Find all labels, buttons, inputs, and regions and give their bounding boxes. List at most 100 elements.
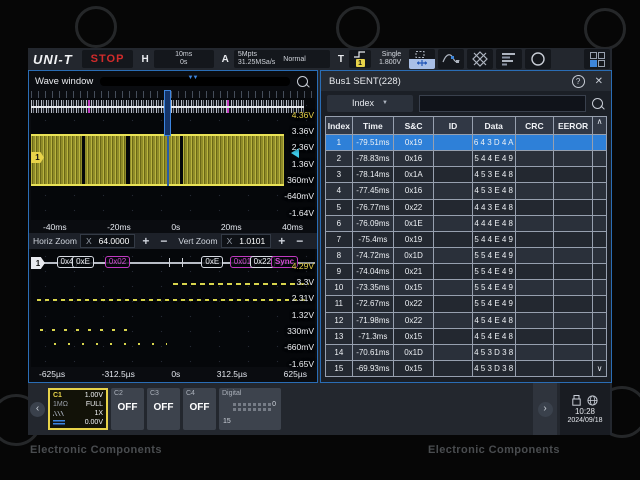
- table-cell: [554, 361, 593, 376]
- table-row[interactable]: 10-73.35ms0x155 5 4 E 4 9: [326, 279, 606, 295]
- acquire-settings[interactable]: 5Mpts 31.25MSa/s Normal: [234, 50, 330, 68]
- scroll-track[interactable]: [593, 216, 606, 231]
- help-icon[interactable]: ?: [572, 75, 585, 88]
- scroll-track[interactable]: [593, 167, 606, 182]
- horiz-zoom-increase-button[interactable]: +: [138, 235, 153, 247]
- table-cell: -78.14ms: [353, 167, 394, 182]
- table-cell: 11: [326, 296, 353, 311]
- scroll-track[interactable]: [593, 183, 606, 198]
- table-cell: 4 5 3 D 3 8: [473, 361, 516, 376]
- table-cell: [434, 361, 473, 376]
- horizontal-label: H: [141, 54, 148, 65]
- table-cell: [554, 248, 593, 263]
- channel4-card[interactable]: C4 OFF: [183, 388, 216, 430]
- overview-position-marker[interactable]: ▼▼: [188, 75, 198, 81]
- scroll-track[interactable]: [593, 329, 606, 344]
- table-cell: [516, 361, 555, 376]
- vert-zoom-increase-button[interactable]: +: [274, 235, 289, 247]
- channel1-bandwidth: FULL: [86, 401, 103, 409]
- scroll-track[interactable]: [593, 280, 606, 295]
- column-header: S&C: [394, 117, 434, 134]
- scroll-track[interactable]: [593, 135, 606, 150]
- decode-tick: [182, 258, 183, 267]
- table-row[interactable]: 4-77.45ms0x164 5 3 E 4 8: [326, 182, 606, 198]
- waveform-overview-bar[interactable]: ▼▼: [100, 77, 290, 86]
- circle-tool-button[interactable]: [525, 49, 551, 69]
- bus1-tag[interactable]: 1: [31, 257, 45, 269]
- channel1-card[interactable]: C1 1.00V 1MΩ FULL 1X 0.00V: [48, 388, 108, 430]
- table-cell: 1: [326, 135, 353, 150]
- scroll-up-button[interactable]: ∧: [593, 117, 606, 134]
- table-cell: 0x1D: [394, 345, 434, 360]
- search-input[interactable]: [419, 95, 586, 112]
- table-cell: [516, 167, 555, 182]
- system-status-box[interactable]: 10:28 2024/09/18: [560, 383, 610, 435]
- time-axis-labels: -625µs-312.5µs0s312.5µs625µs: [29, 367, 317, 380]
- zoom-window-marker[interactable]: [164, 90, 171, 136]
- scroll-track[interactable]: [593, 313, 606, 328]
- table-cell: [516, 183, 555, 198]
- voltage-label: -1.65V: [289, 359, 314, 369]
- table-cell: [516, 248, 555, 263]
- table-cell: [434, 151, 473, 166]
- channel3-card[interactable]: C3 OFF: [147, 388, 180, 430]
- table-row[interactable]: 12-71.98ms0x224 5 4 E 4 8: [326, 312, 606, 328]
- scroll-track[interactable]: [593, 264, 606, 279]
- vert-zoom-decrease-button[interactable]: −: [292, 235, 307, 247]
- waveform-tool-button[interactable]: [438, 49, 464, 69]
- voltage-label: 3.3V: [297, 277, 315, 287]
- layout-grid-icon: [590, 52, 605, 67]
- channel2-card[interactable]: C2 OFF: [111, 388, 144, 430]
- scroll-track[interactable]: [593, 248, 606, 263]
- multiplier-label: X: [86, 236, 92, 246]
- table-row[interactable]: 11-72.67ms0x225 5 4 E 4 9: [326, 295, 606, 311]
- table-cell: [554, 216, 593, 231]
- table-row[interactable]: 6-76.09ms0x1E4 4 4 E 4 8: [326, 215, 606, 231]
- scroll-down-button[interactable]: ∨: [593, 361, 606, 376]
- scroll-track[interactable]: [593, 345, 606, 360]
- trace-segment: [173, 283, 309, 285]
- trigger-settings[interactable]: 1: [349, 50, 371, 68]
- search-icon[interactable]: [592, 98, 603, 109]
- scroll-track[interactable]: [593, 296, 606, 311]
- clock-date: 2024/09/18: [567, 417, 602, 424]
- table-cell: [554, 264, 593, 279]
- horiz-zoom-value-box[interactable]: X 64.0000: [80, 234, 135, 248]
- xy-mode-button[interactable]: [467, 49, 493, 69]
- table-row[interactable]: 15-69.93ms0x154 5 3 D 3 8: [326, 360, 606, 376]
- table-row[interactable]: 3-78.14ms0x1A4 5 3 E 4 8: [326, 166, 606, 182]
- table-row[interactable]: 1-79.51ms0x196 4 3 D 4 A: [326, 134, 606, 150]
- horiz-zoom-decrease-button[interactable]: −: [156, 235, 171, 247]
- table-cell: 0x1A: [394, 167, 434, 182]
- table-cell: -79.51ms: [353, 135, 394, 150]
- voltage-label: 4.36V: [292, 110, 314, 120]
- expand-right-button[interactable]: ›: [538, 402, 553, 417]
- bus-panel-header: Bus1 SENT(228) ? ✕: [321, 71, 611, 91]
- table-row[interactable]: 9-74.04ms0x215 5 4 E 4 9: [326, 263, 606, 279]
- vert-zoom-value-box[interactable]: X 1.0101: [221, 234, 272, 248]
- filter-column-dropdown[interactable]: Index ▼: [327, 95, 413, 112]
- coupling-icon: [53, 411, 64, 416]
- table-row[interactable]: 8-74.72ms0x1D5 5 4 E 4 9: [326, 247, 606, 263]
- table-cell: 15: [326, 361, 353, 376]
- zoom-pan-tool-button[interactable]: [409, 49, 435, 69]
- close-icon[interactable]: ✕: [595, 76, 603, 87]
- run-stop-button[interactable]: STOP: [82, 50, 134, 68]
- voltage-label: -660mV: [284, 342, 314, 352]
- digital-channels-card[interactable]: Digital 0 15: [219, 388, 281, 430]
- window-layout-button[interactable]: [584, 49, 610, 69]
- table-row[interactable]: 7-75.4ms0x195 4 4 E 4 9: [326, 231, 606, 247]
- table-cell: 10: [326, 280, 353, 295]
- scroll-track[interactable]: [593, 200, 606, 215]
- scroll-track[interactable]: [593, 232, 606, 247]
- trigger-mode-info[interactable]: Single 1.800V: [374, 51, 406, 67]
- table-row[interactable]: 13-71.3ms0x154 5 4 E 4 8: [326, 328, 606, 344]
- table-row[interactable]: 14-70.61ms0x1D4 5 3 D 3 8: [326, 344, 606, 360]
- horizontal-settings[interactable]: 10ms 0s: [154, 50, 214, 68]
- collapse-left-button[interactable]: ‹: [30, 402, 45, 417]
- measure-list-button[interactable]: [496, 49, 522, 69]
- scroll-track[interactable]: [593, 151, 606, 166]
- table-row[interactable]: 2-78.83ms0x165 4 4 E 4 9: [326, 150, 606, 166]
- search-icon[interactable]: [297, 76, 308, 87]
- table-row[interactable]: 5-76.77ms0x224 4 3 E 4 8: [326, 199, 606, 215]
